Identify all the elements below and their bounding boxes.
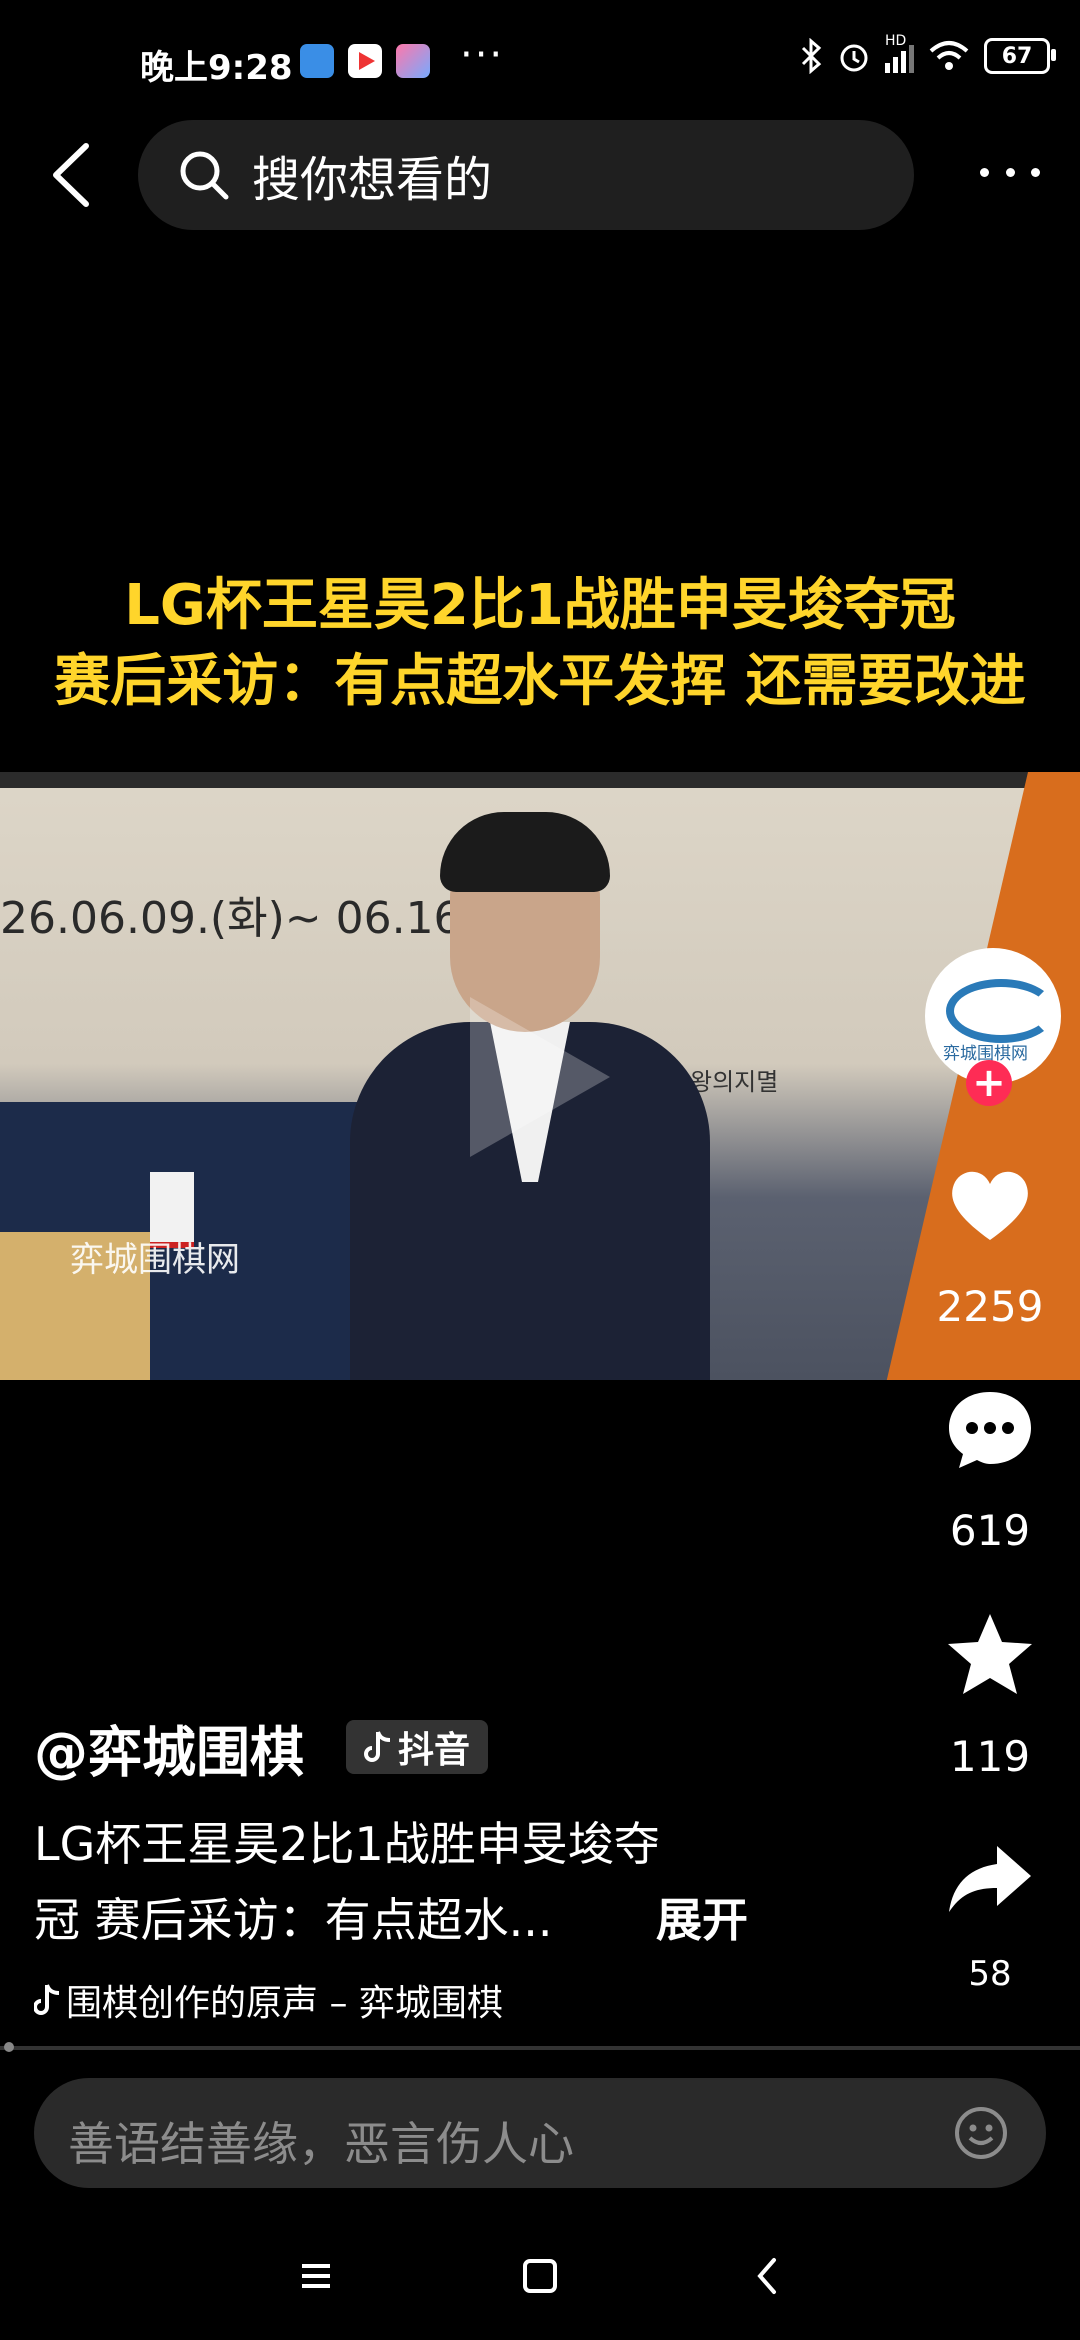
backdrop-banner: [0, 772, 1080, 788]
comment-count: 619: [949, 1506, 1031, 1555]
comment-placeholder: 善语结善缘，恶言伤人心: [68, 2117, 574, 2171]
menu-icon[interactable]: [286, 2246, 346, 2306]
douyin-note-icon: [364, 1731, 391, 1762]
chevron-left-icon: [53, 143, 89, 207]
signal-icon: HD: [885, 33, 914, 73]
platform-badge: 抖音: [346, 1720, 489, 1774]
status-time: 晚上9:28: [140, 48, 293, 88]
network-label: HD: [885, 33, 907, 49]
share-arrow-icon: [949, 1846, 1031, 1912]
author-name[interactable]: @弈城围棋: [34, 1708, 304, 1787]
music-info[interactable]: 围棋创作的原声 – 弈城围棋: [34, 1974, 503, 2026]
video-caption-subtitle: 赛后采访：有点超水平发挥 还需要改进: [54, 649, 1026, 714]
backdrop-sign-text: 왕의지멸: [690, 1068, 779, 1096]
search-placeholder: 搜你想看的: [252, 152, 493, 208]
post-description-line1: LG杯王星昊2比1战胜申旻埈夺: [34, 1817, 660, 1871]
notification-app-icon: [300, 44, 334, 78]
backdrop-date-text: 26.06.09.(화)~ 06.16: [0, 893, 462, 944]
battery-indicator: 67: [984, 38, 1056, 74]
heart-icon: [952, 1171, 1028, 1240]
video-caption-title: LG杯王星昊2比1战胜申旻埈夺冠: [124, 573, 956, 638]
more-dot: [1005, 167, 1015, 177]
more-dot: [980, 167, 989, 177]
comment-icon: [949, 1392, 1031, 1468]
favorite-count: 119: [949, 1732, 1031, 1781]
music-note-icon: [34, 1984, 60, 2015]
system-nav-bar: [0, 2210, 1080, 2340]
video-app-icon: [348, 44, 382, 78]
wifi-icon: [929, 41, 969, 70]
status-more-icon: ···: [460, 32, 505, 78]
search-icon: [180, 151, 229, 200]
platform-badge-label: 抖音: [398, 1730, 471, 1771]
more-dot: [1031, 167, 1040, 177]
music-title: 围棋创作的原声 – 弈城围棋: [66, 1983, 503, 2024]
home-icon[interactable]: [510, 2246, 570, 2306]
alarm-icon: [840, 44, 868, 72]
bluetooth-icon: [801, 38, 822, 74]
favorite-button[interactable]: [945, 1610, 1035, 1700]
progress-handle[interactable]: [4, 2042, 14, 2052]
video-watermark: 弈城围棋网: [70, 1240, 240, 1280]
game-app-icon: [396, 44, 430, 78]
comment-input[interactable]: 善语结善缘，恶言伤人心: [34, 2078, 1046, 2188]
search-bar[interactable]: 搜你想看的: [138, 120, 914, 230]
expand-button[interactable]: 展开: [656, 1884, 748, 1950]
logo-ring: [946, 979, 1056, 1043]
more-options-button[interactable]: [980, 142, 1040, 202]
emoji-icon[interactable]: [954, 2106, 1008, 2160]
share-button[interactable]: [945, 1836, 1035, 1926]
back-button[interactable]: [42, 140, 102, 210]
post-description-line2: 冠 赛后采访：有点超水...: [34, 1893, 553, 1947]
comment-button[interactable]: [945, 1384, 1035, 1474]
share-count: 58: [968, 1954, 1012, 1994]
like-button[interactable]: [945, 1160, 1035, 1250]
status-bar: 晚上9:28 ··· HD 67: [0, 0, 1080, 120]
back-nav-icon[interactable]: [738, 2246, 798, 2306]
video-progress-bar[interactable]: [0, 2042, 1080, 2052]
interviewee-hair: [440, 812, 610, 892]
follow-button[interactable]: +: [966, 1060, 1012, 1106]
star-icon: [948, 1614, 1032, 1694]
like-count: 2259: [936, 1282, 1044, 1331]
